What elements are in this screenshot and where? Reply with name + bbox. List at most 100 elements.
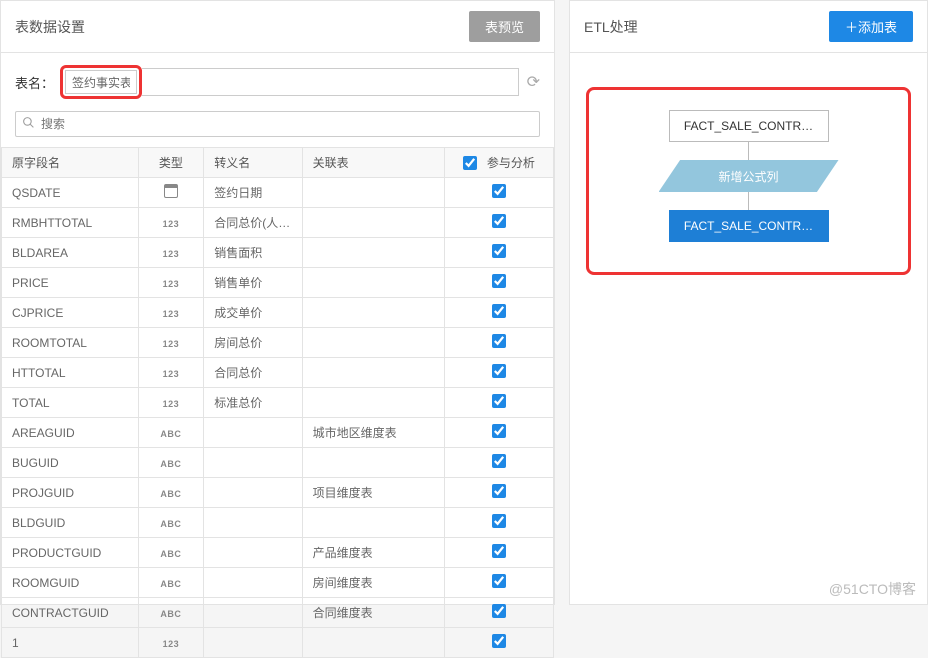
table-row[interactable]: 1123	[2, 628, 554, 658]
cell-alias[interactable]	[204, 568, 302, 598]
col-fieldname-header[interactable]: 原字段名	[2, 148, 139, 178]
cell-rel[interactable]	[302, 628, 444, 658]
analyze-checkbox[interactable]	[492, 634, 506, 648]
table-row[interactable]: CJPRICE123成交单价	[2, 298, 554, 328]
table-row[interactable]: ROOMTOTAL123房间总价	[2, 328, 554, 358]
search-input[interactable]	[41, 117, 533, 131]
cell-type[interactable]: 123	[138, 208, 204, 238]
table-row[interactable]: PROJGUIDABC项目维度表	[2, 478, 554, 508]
cell-rel[interactable]: 产品维度表	[302, 538, 444, 568]
cell-rel[interactable]: 房间维度表	[302, 568, 444, 598]
cell-fieldname: TOTAL	[2, 388, 139, 418]
analyze-checkbox[interactable]	[492, 424, 506, 438]
cell-type[interactable]: ABC	[138, 598, 204, 628]
col-analyze-header[interactable]: 参与分析	[444, 148, 553, 178]
cell-rel[interactable]: 合同维度表	[302, 598, 444, 628]
cell-rel[interactable]	[302, 238, 444, 268]
flow-node-formula[interactable]: 新增公式列	[659, 160, 839, 192]
cell-type[interactable]: 123	[138, 328, 204, 358]
analyze-checkbox[interactable]	[492, 544, 506, 558]
cell-alias[interactable]: 房间总价	[204, 328, 302, 358]
table-row[interactable]: QSDATE签约日期	[2, 178, 554, 208]
cell-rel[interactable]	[302, 268, 444, 298]
cell-type[interactable]: 123	[138, 358, 204, 388]
cell-rel[interactable]	[302, 508, 444, 538]
analyze-checkbox[interactable]	[492, 364, 506, 378]
cell-alias[interactable]	[204, 448, 302, 478]
cell-type[interactable]: 123	[138, 238, 204, 268]
cell-type[interactable]: 123	[138, 268, 204, 298]
table-row[interactable]: PRODUCTGUIDABC产品维度表	[2, 538, 554, 568]
col-rel-header[interactable]: 关联表	[302, 148, 444, 178]
analyze-checkbox[interactable]	[492, 454, 506, 468]
analyze-checkbox[interactable]	[492, 304, 506, 318]
cell-type[interactable]: ABC	[138, 568, 204, 598]
table-row[interactable]: BUGUIDABC	[2, 448, 554, 478]
cell-rel[interactable]	[302, 448, 444, 478]
analyze-checkbox[interactable]	[492, 244, 506, 258]
cell-type[interactable]: 123	[138, 628, 204, 658]
cell-rel[interactable]	[302, 298, 444, 328]
cell-type[interactable]	[138, 178, 204, 208]
cell-alias[interactable]: 签约日期	[204, 178, 302, 208]
cell-alias[interactable]: 销售单价	[204, 268, 302, 298]
table-row[interactable]: AREAGUIDABC城市地区维度表	[2, 418, 554, 448]
cell-rel[interactable]: 项目维度表	[302, 478, 444, 508]
table-row[interactable]: RMBHTTOTAL123合同总价(人…	[2, 208, 554, 238]
cell-alias[interactable]	[204, 508, 302, 538]
add-table-button[interactable]: ＋添加表	[829, 11, 913, 42]
table-row[interactable]: PRICE123销售单价	[2, 268, 554, 298]
cell-alias[interactable]: 合同总价(人…	[204, 208, 302, 238]
cell-type[interactable]: 123	[138, 298, 204, 328]
analyze-checkbox[interactable]	[492, 574, 506, 588]
table-row[interactable]: CONTRACTGUIDABC合同维度表	[2, 598, 554, 628]
col-alias-header[interactable]: 转义名	[204, 148, 302, 178]
cell-alias[interactable]: 合同总价	[204, 358, 302, 388]
cell-rel[interactable]	[302, 328, 444, 358]
analyze-checkbox[interactable]	[492, 274, 506, 288]
cell-type[interactable]: ABC	[138, 418, 204, 448]
cell-alias[interactable]: 成交单价	[204, 298, 302, 328]
analyze-all-checkbox[interactable]	[463, 156, 477, 170]
analyze-checkbox[interactable]	[492, 484, 506, 498]
table-row[interactable]: BLDGUIDABC	[2, 508, 554, 538]
flow-node-target[interactable]: FACT_SALE_CONTR…	[669, 210, 829, 242]
cell-alias[interactable]	[204, 418, 302, 448]
cell-type[interactable]: 123	[138, 388, 204, 418]
watermark: @51CTO博客	[829, 579, 916, 599]
cell-type[interactable]: ABC	[138, 448, 204, 478]
cell-rel[interactable]	[302, 208, 444, 238]
cell-alias[interactable]: 销售面积	[204, 238, 302, 268]
analyze-checkbox[interactable]	[492, 334, 506, 348]
cell-alias[interactable]	[204, 478, 302, 508]
search-box[interactable]	[15, 111, 540, 137]
analyze-checkbox[interactable]	[492, 514, 506, 528]
table-name-input[interactable]	[65, 70, 137, 94]
analyze-checkbox[interactable]	[492, 604, 506, 618]
cell-alias[interactable]	[204, 538, 302, 568]
table-row[interactable]: BLDAREA123销售面积	[2, 238, 554, 268]
analyze-checkbox[interactable]	[492, 184, 506, 198]
preview-button[interactable]: 表预览	[469, 11, 540, 42]
cell-rel[interactable]	[302, 178, 444, 208]
cell-rel[interactable]	[302, 358, 444, 388]
refresh-icon[interactable]: ⟳	[527, 72, 540, 92]
cell-type[interactable]: ABC	[138, 478, 204, 508]
col-type-header[interactable]: 类型	[138, 148, 204, 178]
flow-node-source[interactable]: FACT_SALE_CONTR…	[669, 110, 829, 142]
analyze-checkbox[interactable]	[492, 214, 506, 228]
analyze-checkbox[interactable]	[492, 394, 506, 408]
table-row[interactable]: ROOMGUIDABC房间维度表	[2, 568, 554, 598]
cell-rel[interactable]	[302, 388, 444, 418]
cell-alias[interactable]: 标准总价	[204, 388, 302, 418]
table-row[interactable]: HTTOTAL123合同总价	[2, 358, 554, 388]
table-row[interactable]: TOTAL123标准总价	[2, 388, 554, 418]
table-name-input-extended[interactable]	[142, 68, 519, 96]
cell-fieldname: HTTOTAL	[2, 358, 139, 388]
cell-alias[interactable]	[204, 598, 302, 628]
cell-rel[interactable]: 城市地区维度表	[302, 418, 444, 448]
calendar-icon	[164, 184, 178, 198]
cell-type[interactable]: ABC	[138, 538, 204, 568]
cell-type[interactable]: ABC	[138, 508, 204, 538]
cell-alias[interactable]	[204, 628, 302, 658]
